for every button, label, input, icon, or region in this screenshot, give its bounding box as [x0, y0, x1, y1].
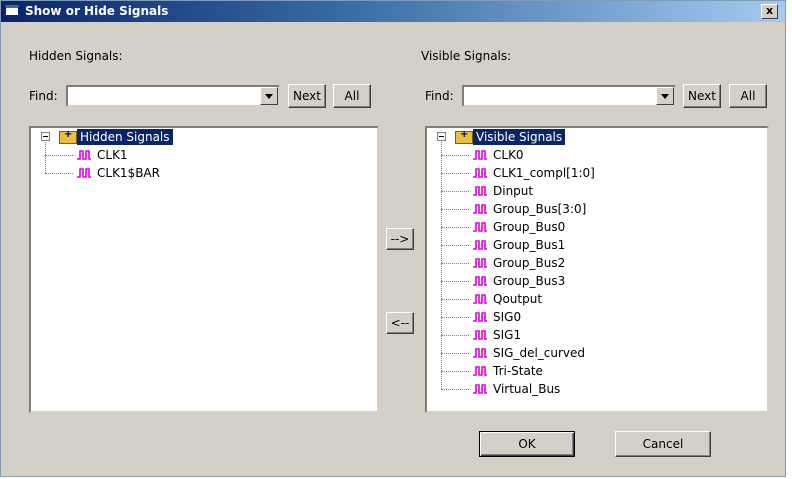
signal-label: Group_Bus3: [493, 274, 566, 288]
signal-label: SIG1: [493, 328, 522, 342]
signal-item[interactable]: CLK0: [427, 146, 767, 164]
signal-waveform-icon: [473, 168, 487, 178]
hidden-root-label: Hidden Signals: [77, 129, 173, 145]
signal-waveform-icon: [473, 150, 487, 160]
visible-root-label: Visible Signals: [473, 129, 566, 145]
hidden-next-button[interactable]: Next: [288, 84, 326, 108]
tree-connector: [441, 371, 469, 372]
signal-item[interactable]: CLK1: [31, 146, 377, 164]
window-title: Show or Hide Signals: [25, 4, 169, 18]
tree-connector: [441, 335, 469, 336]
signal-item[interactable]: SIG0: [427, 308, 767, 326]
signal-label: Group_Bus0: [493, 220, 566, 234]
tree-connector: [45, 155, 73, 156]
tree-connector: [441, 191, 469, 192]
signal-label: SIG_del_curved: [493, 346, 586, 360]
tree-connector: [441, 299, 469, 300]
window-icon: [5, 5, 19, 16]
signal-waveform-icon: [473, 330, 487, 340]
signal-label: CLK1$BAR: [97, 166, 160, 180]
tree-connector: [441, 353, 469, 354]
signal-label: Qoutput: [493, 292, 543, 306]
signal-waveform-icon: [473, 186, 487, 196]
signal-label: Group_Bus1: [493, 238, 566, 252]
title-bar[interactable]: Show or Hide Signals x: [1, 1, 785, 22]
cancel-button[interactable]: Cancel: [615, 431, 711, 457]
tree-connector: [441, 209, 469, 210]
ok-button[interactable]: OK: [479, 431, 575, 457]
collapse-icon[interactable]: [437, 132, 446, 141]
tree-connector: [441, 245, 469, 246]
signal-label: CLK0: [493, 148, 524, 162]
signal-label: CLK1_compl[1:0]: [493, 166, 595, 180]
hidden-signals-heading: Hidden Signals:: [29, 49, 123, 63]
signal-item[interactable]: Virtual_Bus: [427, 380, 767, 398]
signal-item[interactable]: Group_Bus1: [427, 236, 767, 254]
hidden-tree-root[interactable]: Hidden Signals: [31, 128, 377, 146]
signal-waveform-icon: [473, 204, 487, 214]
visible-find-label: Find:: [425, 89, 454, 103]
signal-label: SIG0: [493, 310, 522, 324]
hidden-signals-tree[interactable]: Hidden Signals CLK1 CLK1$BAR: [29, 126, 379, 413]
visible-next-button[interactable]: Next: [683, 84, 721, 108]
signal-item[interactable]: SIG1: [427, 326, 767, 344]
tree-connector: [441, 263, 469, 264]
visible-find-combobox[interactable]: [462, 85, 676, 107]
dialog-window: Show or Hide Signals x Hidden Signals: F…: [0, 0, 786, 477]
close-button[interactable]: x: [761, 4, 778, 19]
signal-item[interactable]: Dinput: [427, 182, 767, 200]
signal-waveform-icon: [473, 258, 487, 268]
signal-item[interactable]: Group_Bus0: [427, 218, 767, 236]
signal-waveform-icon: [473, 294, 487, 304]
signal-label: Tri-State: [493, 364, 543, 378]
tree-connector: [441, 389, 469, 390]
signal-waveform-icon: [77, 150, 91, 160]
hidden-find-combobox[interactable]: [66, 85, 280, 107]
tree-connector: [45, 173, 73, 174]
visible-signals-heading: Visible Signals:: [421, 49, 512, 63]
signal-item[interactable]: SIG_del_curved: [427, 344, 767, 362]
signal-label: Group_Bus[3:0]: [493, 202, 587, 216]
signal-item[interactable]: Tri-State: [427, 362, 767, 380]
signal-item[interactable]: Qoutput: [427, 290, 767, 308]
signal-waveform-icon: [473, 240, 487, 250]
signal-item[interactable]: CLK1_compl[1:0]: [427, 164, 767, 182]
signal-label: Group_Bus2: [493, 256, 566, 270]
signal-label: Virtual_Bus: [493, 382, 561, 396]
tree-connector: [441, 281, 469, 282]
chevron-down-icon[interactable]: [656, 87, 674, 105]
signal-waveform-icon: [473, 222, 487, 232]
signal-waveform-icon: [473, 366, 487, 376]
hidden-all-button[interactable]: All: [333, 84, 371, 108]
signal-waveform-icon: [473, 348, 487, 358]
tree-connector: [441, 317, 469, 318]
collapse-icon[interactable]: [41, 132, 50, 141]
signal-item[interactable]: Group_Bus2: [427, 254, 767, 272]
tree-connector: [441, 173, 469, 174]
signal-item[interactable]: Group_Bus3: [427, 272, 767, 290]
tree-connector: [441, 155, 469, 156]
signal-waveform-icon: [77, 168, 91, 178]
folder-icon: [59, 129, 77, 144]
move-to-hidden-button[interactable]: <--: [386, 312, 414, 334]
signal-waveform-icon: [473, 276, 487, 286]
visible-tree-root[interactable]: Visible Signals: [427, 128, 767, 146]
signal-label: Dinput: [493, 184, 534, 198]
visible-all-button[interactable]: All: [729, 84, 767, 108]
signal-item[interactable]: Group_Bus[3:0]: [427, 200, 767, 218]
visible-signals-tree[interactable]: Visible Signals CLK0 CLK1_compl[1:0] Dinpu…: [425, 126, 769, 413]
signal-waveform-icon: [473, 384, 487, 394]
signal-label: CLK1: [97, 148, 128, 162]
hidden-find-label: Find:: [29, 89, 58, 103]
signal-item[interactable]: CLK1$BAR: [31, 164, 377, 182]
folder-icon: [455, 129, 473, 144]
move-to-visible-button[interactable]: -->: [386, 228, 414, 250]
chevron-down-icon[interactable]: [260, 87, 278, 105]
signal-waveform-icon: [473, 312, 487, 322]
tree-connector: [441, 227, 469, 228]
